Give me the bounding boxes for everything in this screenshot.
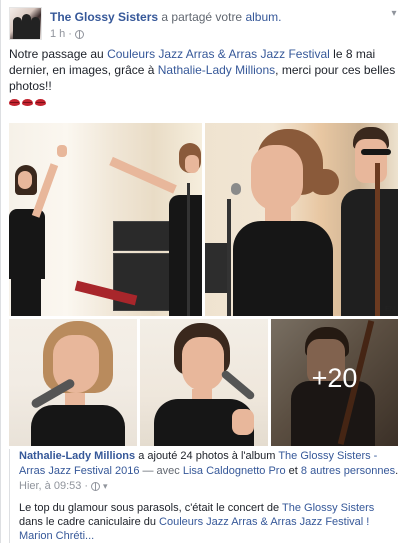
photo-figure [169,195,202,316]
photo-figure [57,145,67,157]
festival-link[interactable]: Couleurs Jazz Arras & Arras Jazz Festiva… [159,516,369,528]
photo-figure [355,139,387,183]
photo-figure [205,243,227,293]
photo-figure [187,183,190,316]
post-header: The Glossy Sisters a partagé votre album… [9,7,401,41]
album-timestamp[interactable]: Hier, à 09:53 [19,480,81,492]
photo-figure [361,149,391,155]
globe-icon[interactable] [91,481,101,491]
album-meta: Hier, à 09:53 · ▾ [19,480,108,492]
page-avatar[interactable] [9,7,42,40]
avatar-figure [31,17,40,39]
photo-figure [341,189,398,316]
photo-figure [11,273,41,316]
album-line-end: . [395,465,399,477]
photo-figure [185,155,199,173]
shared-post: The Glossy Sisters a partagé votre album… [0,0,407,543]
caption-intro: Notre passage au [9,47,104,61]
photo-figure [227,199,231,316]
album-author-link[interactable]: Nathalie-Lady Millions [19,450,135,462]
others-link[interactable]: 8 autres personnes [301,465,395,477]
band-link[interactable]: The Glossy Sisters [282,502,374,514]
globe-icon[interactable] [74,29,84,39]
header-line: The Glossy Sisters a partagé votre album… [50,10,281,24]
photo-figure [251,145,303,211]
chevron-down-icon[interactable]: ▾ [103,481,108,492]
album-added-text: a ajouté 24 photos à l'album [138,450,276,462]
album-and-text: et [288,465,298,477]
photo-figure [232,409,254,435]
see-more-link[interactable]: Marion Chréti... [19,529,401,543]
more-photos-count: +20 [311,363,358,393]
chevron-down-icon[interactable]: ▾ [387,9,401,19]
photo-3[interactable] [9,319,137,446]
post-caption: Notre passage au Couleurs Jazz Arras & A… [9,46,401,94]
tagged-person-link[interactable]: Lisa Caldognetto Pro [183,465,286,477]
page-name-link[interactable]: The Glossy Sisters [50,10,158,24]
photo-4[interactable] [140,319,268,446]
avatar-figure [22,14,31,39]
post-time[interactable]: 1 h [50,28,65,40]
photo-figure [9,209,45,279]
photo-1[interactable] [9,123,202,316]
lip-icon [22,99,33,106]
album-desc-middle: dans le cadre caniculaire du [19,516,156,528]
album-with-text: — avec [142,465,180,477]
photo-figure [233,221,333,316]
album-link[interactable]: album. [245,10,281,24]
photo-figure [220,369,256,401]
lips-emoji-row [9,99,46,106]
action-text: a partagé votre [161,10,243,24]
photo-figure [309,169,339,195]
person-link[interactable]: Nathalie-Lady Millions [158,63,275,77]
photo-figure [18,171,32,189]
festival-link[interactable]: Couleurs Jazz Arras & Arras Jazz Festiva… [107,47,330,61]
shared-album-attachment: Nathalie-Lady Millions a ajouté 24 photo… [9,449,401,543]
photo-figure [375,163,380,316]
photo-figure [31,405,125,446]
album-description: Le top du glamour sous parasols, c'était… [19,501,401,529]
photo-2[interactable]: EN [205,123,398,316]
lip-icon [35,99,46,106]
photo-figure [231,183,241,195]
lip-icon [9,99,20,106]
post-meta: 1 h · [50,28,84,40]
avatar-figure [13,17,22,39]
album-added-line: Nathalie-Lady Millions a ajouté 24 photo… [19,449,401,479]
album-desc-intro: Le top du glamour sous parasols, c'était… [19,502,280,514]
photo-figure [113,221,173,251]
photo-5-more[interactable]: +20 [271,319,398,446]
photo-figure [109,156,177,194]
watermark: EN [385,306,395,313]
photo-figure [182,337,224,391]
